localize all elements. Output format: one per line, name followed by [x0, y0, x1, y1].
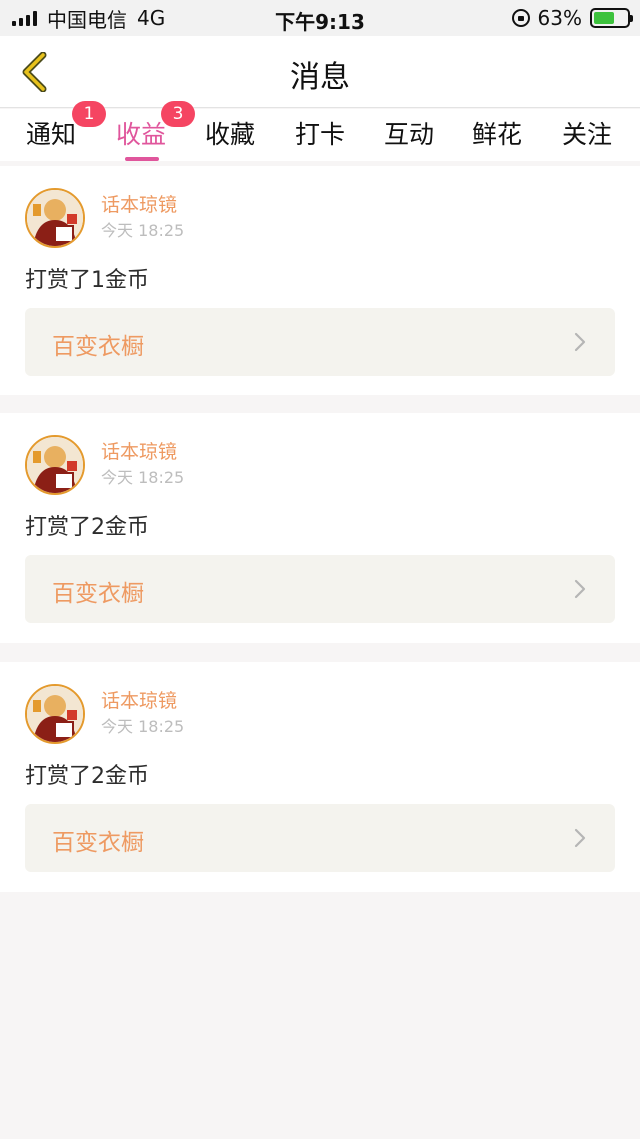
- tab-label: 关注: [562, 120, 613, 149]
- tab-favorites[interactable]: 收藏: [205, 115, 255, 155]
- message-text: 打赏了2金币: [25, 764, 149, 789]
- back-button[interactable]: [10, 48, 58, 96]
- chevron-right-icon: [574, 828, 586, 848]
- chevron-right-icon: [574, 579, 586, 599]
- tab-label: 收藏: [205, 120, 256, 149]
- avatar-image: [27, 190, 83, 246]
- author-name[interactable]: 话本琼镜: [101, 686, 177, 713]
- unread-badge: 3: [161, 101, 195, 127]
- unread-badge: 1: [72, 101, 106, 127]
- author-name[interactable]: 话本琼镜: [101, 190, 177, 217]
- message-text: 打赏了2金币: [25, 515, 149, 540]
- nav-bar: 消息: [0, 36, 640, 108]
- orientation-lock-icon: [511, 9, 530, 27]
- tab-label: 打卡: [295, 120, 346, 149]
- story-link[interactable]: 百变衣橱: [25, 308, 615, 376]
- avatar[interactable]: [25, 188, 85, 248]
- battery-percent: 63%: [537, 6, 582, 30]
- message-text: 打赏了1金币: [25, 268, 149, 293]
- page-title: 消息: [290, 60, 350, 95]
- back-chevron-icon: [22, 52, 47, 92]
- story-title: 百变衣橱: [52, 334, 144, 360]
- tab-interactions[interactable]: 互动: [384, 115, 434, 155]
- battery-level-fill: [594, 12, 615, 24]
- status-bar: 中国电信 4G 下午9:13 63%: [0, 0, 640, 36]
- tab-earnings[interactable]: 收益 3: [116, 101, 195, 161]
- message-card: 话本琼镜 今天 18:25 打赏了1金币 百变衣橱: [0, 166, 640, 395]
- tab-checkin[interactable]: 打卡: [295, 115, 345, 155]
- avatar[interactable]: [25, 684, 85, 744]
- timestamp: 今天 18:25: [101, 468, 185, 487]
- active-tab-indicator: [125, 157, 159, 161]
- tab-label: 通知: [26, 120, 77, 149]
- tab-bar: 通知 1 收益 3 收藏 打卡 互动 鲜花 关注: [0, 101, 640, 161]
- story-title: 百变衣橱: [52, 581, 144, 607]
- chevron-right-icon: [574, 332, 586, 352]
- avatar[interactable]: [25, 435, 85, 495]
- message-card: 话本琼镜 今天 18:25 打赏了2金币 百变衣橱: [0, 413, 640, 643]
- tab-label: 鲜花: [472, 120, 523, 149]
- avatar-image: [27, 437, 83, 493]
- tab-notifications[interactable]: 通知 1: [26, 101, 106, 155]
- story-title: 百变衣橱: [52, 830, 144, 856]
- author-name[interactable]: 话本琼镜: [101, 437, 177, 464]
- tab-label: 收益: [116, 120, 167, 149]
- tab-flowers[interactable]: 鲜花: [472, 115, 522, 155]
- status-right: 63%: [511, 6, 633, 30]
- avatar-image: [27, 686, 83, 742]
- battery-icon: [590, 8, 633, 28]
- tab-following[interactable]: 关注: [562, 115, 612, 155]
- story-link[interactable]: 百变衣橱: [25, 555, 615, 623]
- story-link[interactable]: 百变衣橱: [25, 804, 615, 872]
- message-card: 话本琼镜 今天 18:25 打赏了2金币 百变衣橱: [0, 662, 640, 892]
- tab-label: 互动: [384, 120, 435, 149]
- timestamp: 今天 18:25: [101, 221, 185, 240]
- timestamp: 今天 18:25: [101, 717, 185, 736]
